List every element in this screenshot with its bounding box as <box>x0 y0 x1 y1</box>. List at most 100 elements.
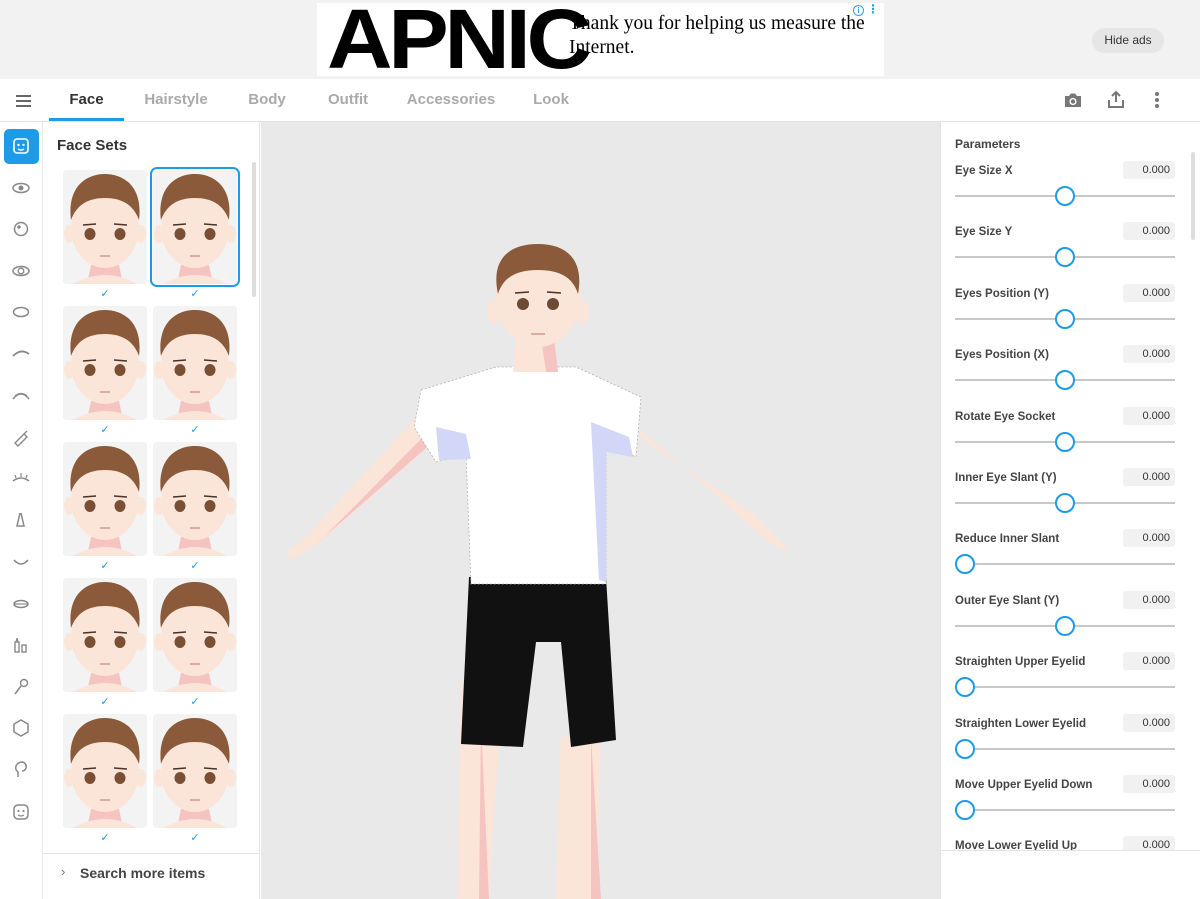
parameter-slider-thumb[interactable] <box>955 554 975 575</box>
face-sets-scrollbar[interactable] <box>252 162 256 297</box>
tab-accessories[interactable]: Accessories <box>400 79 502 122</box>
lips-icon[interactable] <box>9 592 33 616</box>
parameter-slider-track[interactable] <box>955 809 1175 811</box>
parameter-row: Reduce Inner Slant 0.000 <box>941 529 1189 594</box>
parameter-slider-thumb[interactable] <box>1055 370 1075 391</box>
parameter-slider-thumb[interactable] <box>1055 186 1075 206</box>
parameter-value-field[interactable]: 0.000 <box>1123 652 1175 671</box>
face-preview <box>153 442 237 556</box>
tab-look[interactable]: Look <box>525 79 577 122</box>
parameters-scrollbar[interactable] <box>1191 152 1195 240</box>
parameter-row: Eyes Position (X) 0.000 <box>941 345 1189 410</box>
eyebrow-icon[interactable] <box>9 342 33 366</box>
face-preview <box>153 714 237 828</box>
face-set-thumbnail[interactable] <box>63 442 147 556</box>
parameter-value-field[interactable]: 0.000 <box>1123 529 1175 548</box>
parameter-slider-track[interactable] <box>955 686 1175 689</box>
ad-creative[interactable]: APNIC Thank you for helping us measure t… <box>317 3 884 76</box>
parameter-label: Eye Size Y <box>955 226 1013 239</box>
face-set-thumbnail[interactable] <box>150 167 240 287</box>
installed-check-icon: ✓ <box>100 424 110 436</box>
ad-logo: APNIC <box>327 3 592 76</box>
face-shape-icon[interactable] <box>9 716 33 740</box>
face-set-icon[interactable] <box>9 134 33 158</box>
ear-icon[interactable] <box>9 758 33 782</box>
face-sets-panel: Face Sets ✓ ✓ ✓ ✓ ✓ ✓ ✓ ✓ ✓ ✓ › Search more items <box>43 122 260 899</box>
parameter-value-field[interactable]: 0.000 <box>1123 283 1175 302</box>
parameter-slider-thumb[interactable] <box>1055 431 1075 452</box>
face-set-thumbnail[interactable] <box>63 714 147 828</box>
nose-icon[interactable] <box>9 508 33 532</box>
face-icon[interactable] <box>9 800 33 824</box>
more-vertical-icon[interactable] <box>1146 89 1168 111</box>
search-more-button[interactable]: › Search more items <box>43 853 260 899</box>
parameter-slider-track[interactable] <box>955 563 1175 566</box>
hide-ads-button[interactable]: Hide ads <box>1092 28 1164 53</box>
category-rail <box>0 122 43 899</box>
parameter-label: Inner Eye Slant (Y) <box>955 472 1057 484</box>
eye-white-icon[interactable] <box>9 300 33 324</box>
ad-info-icon[interactable]: i <box>853 5 864 16</box>
menu-icon[interactable] <box>14 91 36 111</box>
face-set-thumbnail[interactable] <box>153 714 237 828</box>
face-sets-title: Face Sets <box>57 137 128 154</box>
parameter-slider-thumb[interactable] <box>1055 493 1075 513</box>
share-icon[interactable] <box>1105 89 1127 111</box>
camera-icon[interactable] <box>1062 89 1084 111</box>
tongue-icon[interactable] <box>9 675 33 699</box>
tab-outfit[interactable]: Outfit <box>318 79 378 122</box>
parameter-value-field[interactable]: 0.000 <box>1123 468 1175 486</box>
parameter-value-field[interactable]: 0.000 <box>1123 406 1175 425</box>
installed-check-icon: ✓ <box>190 424 200 436</box>
parameter-row: Straighten Lower Eyelid 0.000 <box>941 713 1189 779</box>
parameter-slider-thumb[interactable] <box>1055 615 1075 636</box>
face-set-thumbnail[interactable] <box>63 578 147 692</box>
parameter-value-field[interactable]: 0.000 <box>1123 836 1175 850</box>
parameter-value-field[interactable]: 0.000 <box>1123 713 1175 732</box>
parameter-value-field[interactable]: 0.000 <box>1123 345 1175 364</box>
parameter-slider-thumb[interactable] <box>955 800 975 820</box>
eyeliner-icon[interactable] <box>9 425 33 449</box>
face-set-thumbnail[interactable] <box>63 170 147 284</box>
chevron-right-icon: › <box>61 864 66 879</box>
teeth-icon[interactable] <box>9 633 33 657</box>
face-set-thumbnail[interactable] <box>63 306 147 420</box>
parameter-slider-thumb[interactable] <box>1055 247 1075 268</box>
installed-check-icon: ✓ <box>100 696 110 708</box>
tab-hairstyle[interactable]: Hairstyle <box>138 79 214 122</box>
eyelash-icon[interactable] <box>9 384 33 408</box>
parameter-slider-thumb[interactable] <box>1055 308 1075 329</box>
face-preview <box>63 442 147 556</box>
parameter-label: Eyes Position (X) <box>955 349 1049 362</box>
tab-body[interactable]: Body <box>236 79 298 122</box>
parameter-value-field[interactable]: 0.000 <box>1123 775 1175 793</box>
mouth-icon[interactable] <box>9 550 33 574</box>
search-more-label: Search more items <box>80 865 206 881</box>
active-tab-indicator <box>49 118 124 121</box>
parameter-slider-track[interactable] <box>955 747 1175 750</box>
parameter-row: Straighten Upper Eyelid 0.000 <box>941 652 1189 717</box>
eyelid-icon[interactable] <box>9 467 33 491</box>
parameter-label: Move Upper Eyelid Down <box>955 779 1093 791</box>
parameters-footer <box>941 850 1200 899</box>
avatar-model <box>285 244 789 899</box>
installed-check-icon: ✓ <box>190 560 200 572</box>
parameter-value-field[interactable]: 0.000 <box>1123 222 1175 241</box>
tab-face[interactable]: Face <box>49 79 124 122</box>
ad-banner: APNIC Thank you for helping us measure t… <box>0 0 1200 79</box>
eye-icon[interactable] <box>9 176 33 200</box>
eye-highlight-icon[interactable] <box>9 259 33 283</box>
parameter-row: Eye Size X 0.000 <box>941 161 1189 226</box>
face-set-thumbnail[interactable] <box>153 442 237 556</box>
parameters-title: Parameters <box>955 137 1021 151</box>
iris-icon[interactable] <box>9 217 33 241</box>
parameter-value-field[interactable]: 0.000 <box>1123 161 1175 179</box>
ad-menu-icon[interactable]: ⋮ <box>867 3 879 15</box>
parameter-label: Eye Size X <box>955 165 1013 177</box>
parameter-slider-thumb[interactable] <box>955 677 975 698</box>
face-set-thumbnail[interactable] <box>153 578 237 692</box>
parameter-value-field[interactable]: 0.000 <box>1123 590 1175 609</box>
parameter-slider-thumb[interactable] <box>955 738 975 759</box>
face-set-thumbnail[interactable] <box>153 306 237 420</box>
avatar-viewport[interactable] <box>261 122 940 899</box>
